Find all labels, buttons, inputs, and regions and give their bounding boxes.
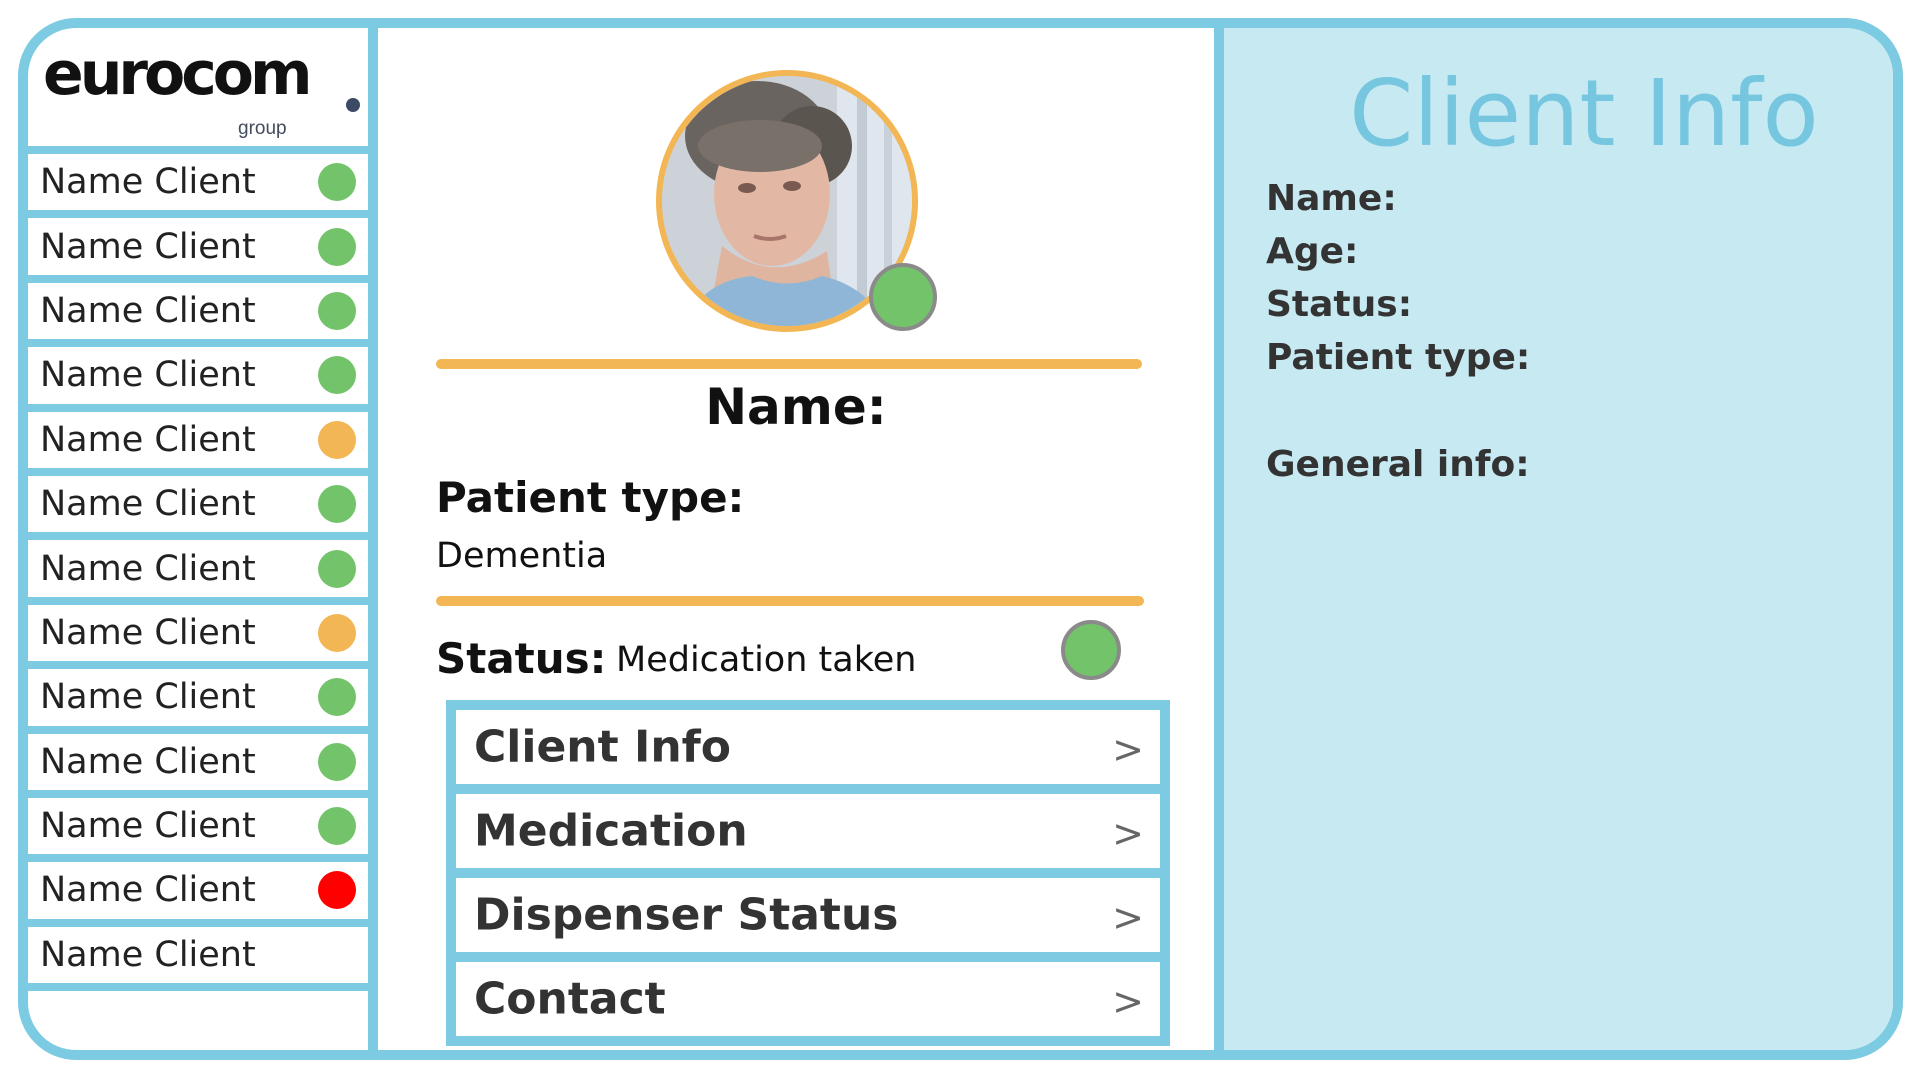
avatar-container [656, 70, 937, 332]
status-label: Status: [436, 634, 607, 683]
client-list-item[interactable]: Name Client [28, 927, 368, 992]
client-list-item[interactable]: Name Client [28, 862, 368, 927]
divider-bottom [436, 596, 1144, 606]
client-list-item[interactable]: Name Client [28, 669, 368, 734]
client-name: Name Client [40, 741, 256, 782]
info-patient-type-label: Patient type: [1266, 337, 1531, 378]
client-info-panel: Client Info Name: Age: Status: Patient t… [1224, 28, 1893, 1050]
client-name: Name Client [40, 484, 256, 525]
client-status-dot [318, 549, 356, 588]
chevron-right-icon: > [1112, 895, 1144, 940]
client-status-dot [318, 163, 356, 202]
client-status-dot [318, 871, 356, 910]
client-list-item[interactable]: Name Client [28, 476, 368, 541]
client-name: Name Client [40, 870, 256, 911]
client-status-dot [318, 613, 356, 652]
client-status-dot [318, 356, 356, 395]
client-status-dot [318, 807, 356, 846]
client-name: Name Client [40, 806, 256, 847]
medication-status-indicator [1061, 620, 1121, 680]
menu-item-contact[interactable]: Contact > [456, 962, 1160, 1036]
client-name: Name Client [40, 548, 256, 589]
client-list-item[interactable]: Name Client [28, 154, 368, 219]
client-list-item[interactable]: Name Client [28, 734, 368, 798]
info-name-label: Name: [1266, 178, 1397, 219]
app-frame: eurocom group Name Client Name Client Name… [18, 18, 1903, 1060]
chevron-right-icon: > [1112, 811, 1144, 856]
menu-item-label: Medication [474, 805, 748, 857]
menu-item-label: Contact [474, 973, 666, 1025]
avatar-status-indicator [869, 263, 937, 331]
client-name: Name Client [40, 677, 256, 718]
menu-item-label: Dispenser Status [474, 889, 899, 941]
client-list-item[interactable]: Name Client [28, 412, 368, 476]
client-status-dot [318, 742, 356, 781]
client-info-title: Client Info [1349, 60, 1819, 167]
brand-logo: eurocom group [28, 28, 368, 154]
client-list-item[interactable]: Name Client [28, 605, 368, 670]
client-status-dot [318, 420, 356, 459]
logo-subtext: group [238, 118, 287, 139]
client-name: Name Client [40, 355, 256, 396]
client-list-item[interactable]: Name Client [28, 218, 368, 283]
client-name: Name Client [40, 934, 256, 975]
patient-type-value: Dementia [436, 536, 608, 576]
info-status-label: Status: [1266, 284, 1413, 325]
info-general-info-label: General info: [1266, 444, 1530, 485]
client-status-dot [318, 485, 356, 524]
chevron-right-icon: > [1112, 979, 1144, 1024]
client-status-dot [318, 291, 356, 330]
client-list: Name Client Name Client Name Client Name Cl… [28, 154, 368, 992]
client-status-dot [318, 678, 356, 717]
client-name: Name Client [40, 290, 256, 331]
menu-item-medication[interactable]: Medication > [456, 794, 1160, 868]
logo-wordmark: eurocom [43, 39, 313, 109]
menu-item-client-info[interactable]: Client Info > [456, 710, 1160, 784]
client-name: Name Client [40, 419, 256, 460]
client-name: Name Client [40, 162, 256, 203]
menu-item-dispenser-status[interactable]: Dispenser Status > [456, 878, 1160, 952]
chevron-right-icon: > [1112, 727, 1144, 772]
client-menu: Client Info > Medication > Dispenser Status >… [446, 700, 1170, 1046]
client-status-dot [318, 227, 356, 266]
client-list-item[interactable]: Name Client [28, 347, 368, 412]
status-value: Medication taken [616, 640, 917, 680]
client-list-item[interactable]: Name Client [28, 540, 368, 605]
client-sidebar: eurocom group Name Client Name Client Name… [28, 28, 378, 1050]
menu-item-label: Client Info [474, 721, 732, 773]
info-age-label: Age: [1266, 231, 1359, 272]
client-list-item[interactable]: Name Client [28, 283, 368, 348]
client-profile-panel: Name: Patient type: Dementia Status: Med… [378, 28, 1224, 1050]
client-name-heading: Name: [705, 378, 887, 436]
client-name: Name Client [40, 226, 256, 267]
logo-dot [346, 98, 360, 112]
divider-top [436, 359, 1142, 369]
patient-type-label: Patient type: [436, 473, 745, 522]
client-name: Name Client [40, 612, 256, 653]
client-list-item[interactable]: Name Client [28, 798, 368, 863]
